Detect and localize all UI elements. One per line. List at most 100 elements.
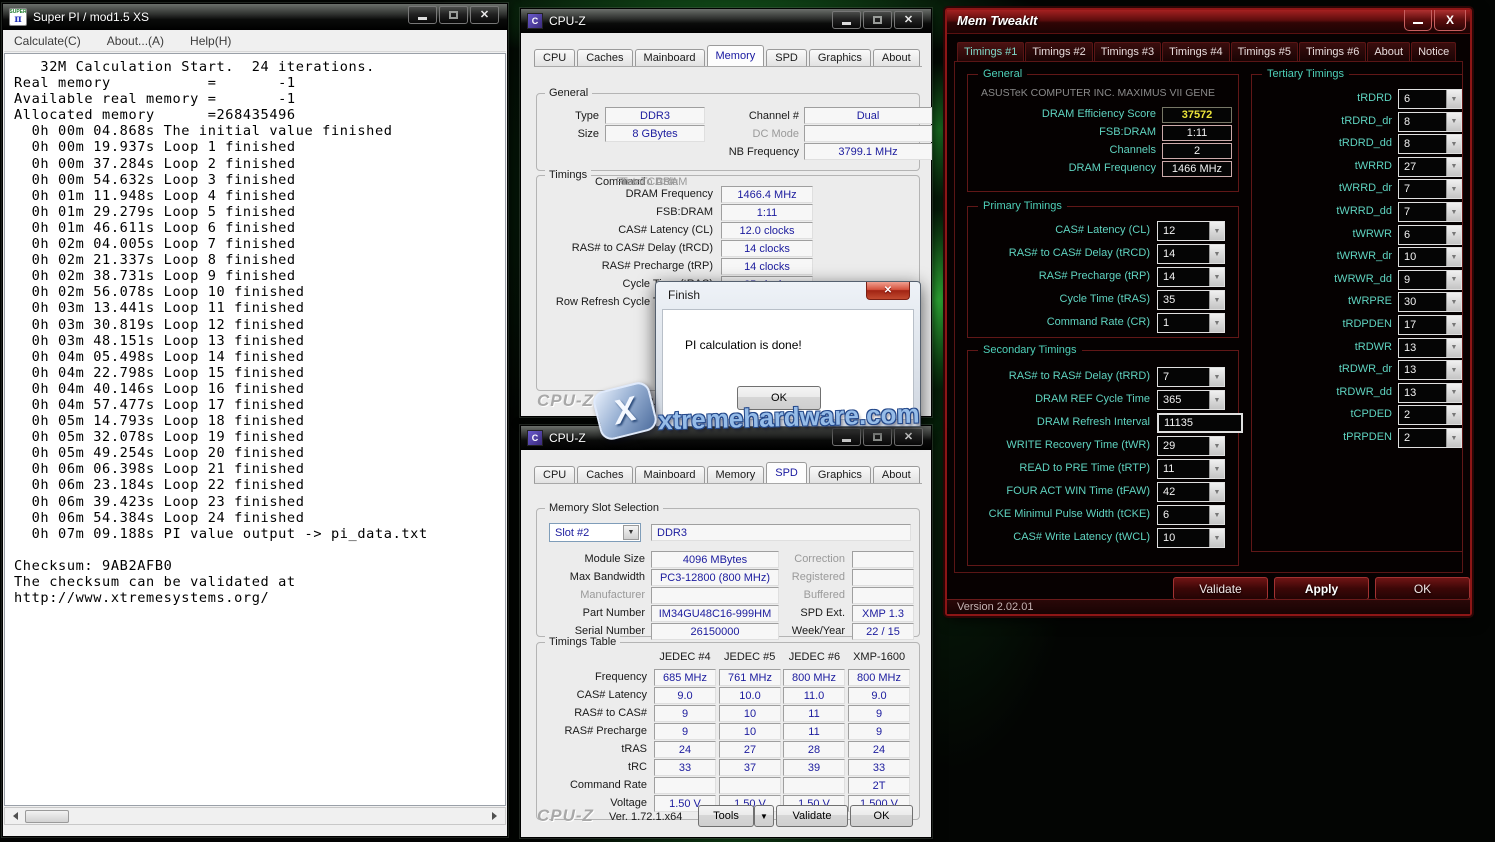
dropdown-arrow-icon[interactable]: ▼ xyxy=(1209,291,1224,309)
timing-select[interactable]: 12▼ xyxy=(1157,221,1225,241)
menu-item[interactable]: Calculate(C) xyxy=(14,34,81,48)
validate-button[interactable]: Validate xyxy=(776,805,848,827)
timing-select[interactable]: 10▼ xyxy=(1157,528,1225,548)
dropdown-arrow-icon[interactable]: ▼ xyxy=(1446,316,1461,334)
timing-select[interactable]: 14▼ xyxy=(1157,244,1225,264)
tab[interactable]: Timings #2 xyxy=(1025,42,1092,61)
dropdown-arrow-icon[interactable]: ▼ xyxy=(1446,271,1461,289)
dropdown-arrow-icon[interactable]: ▼ xyxy=(1446,135,1461,153)
maximize-button[interactable] xyxy=(439,6,468,24)
timing-select[interactable]: 13▼ xyxy=(1398,338,1462,358)
timing-select[interactable]: 13▼ xyxy=(1398,360,1462,380)
scrollbar-thumb[interactable] xyxy=(25,810,69,823)
timing-select[interactable]: 1▼ xyxy=(1157,313,1225,333)
minimize-button[interactable] xyxy=(832,11,861,29)
dropdown-arrow-icon[interactable]: ▼ xyxy=(1209,314,1224,332)
ok-button[interactable]: OK xyxy=(1375,577,1470,600)
tab[interactable]: Timings #4 xyxy=(1162,42,1229,61)
close-button[interactable]: ✕ xyxy=(894,11,923,29)
horizontal-scrollbar[interactable] xyxy=(4,807,506,825)
timing-select[interactable]: 6▼ xyxy=(1398,89,1462,109)
slot-select[interactable]: Slot #2 ▼ xyxy=(549,523,641,542)
maximize-button[interactable] xyxy=(863,11,892,29)
timing-select[interactable]: 27▼ xyxy=(1398,157,1462,177)
dropdown-arrow-icon[interactable]: ▼ xyxy=(1209,368,1224,386)
tab[interactable]: About xyxy=(873,466,920,483)
scroll-left-icon[interactable] xyxy=(5,808,22,824)
tab[interactable]: Graphics xyxy=(809,466,871,483)
timing-select[interactable]: 7▼ xyxy=(1398,179,1462,199)
dropdown-arrow-icon[interactable]: ▼ xyxy=(1209,529,1224,547)
timing-select[interactable]: 9▼ xyxy=(1398,270,1462,290)
timing-select[interactable]: 14▼ xyxy=(1157,267,1225,287)
dropdown-arrow-icon[interactable]: ▼ xyxy=(1209,245,1224,263)
tab[interactable]: Graphics xyxy=(809,49,871,66)
tab[interactable]: Mainboard xyxy=(635,466,705,483)
tab[interactable]: CPU xyxy=(534,466,575,483)
dropdown-arrow-icon[interactable]: ▼ xyxy=(1446,203,1461,221)
tab[interactable]: Caches xyxy=(577,49,632,66)
timing-select[interactable]: 7▼ xyxy=(1398,202,1462,222)
dropdown-arrow-icon[interactable]: ▼ xyxy=(1209,268,1224,286)
tools-dropdown-arrow-icon[interactable]: ▼ xyxy=(754,805,774,827)
dropdown-arrow-icon[interactable]: ▼ xyxy=(1446,293,1461,311)
tab[interactable]: Memory xyxy=(707,45,765,66)
tab[interactable]: Timings #5 xyxy=(1231,42,1298,61)
tab[interactable]: CPU xyxy=(534,49,575,66)
dropdown-arrow-icon[interactable]: ▼ xyxy=(1446,429,1461,447)
timing-select[interactable]: 2▼ xyxy=(1398,428,1462,448)
tab[interactable]: Memory xyxy=(707,466,765,483)
dropdown-arrow-icon[interactable]: ▼ xyxy=(1209,483,1224,501)
minimize-button[interactable] xyxy=(408,6,437,24)
timing-select[interactable]: 8▼ xyxy=(1398,112,1462,132)
timing-select[interactable]: 17▼ xyxy=(1398,315,1462,335)
timing-select[interactable]: 11▼ xyxy=(1157,459,1225,479)
dropdown-arrow-icon[interactable]: ▼ xyxy=(1446,361,1461,379)
tab[interactable]: SPD xyxy=(766,49,807,66)
dropdown-arrow-icon[interactable]: ▼ xyxy=(1209,222,1224,240)
timing-select[interactable]: 365▼ xyxy=(1157,390,1225,410)
dropdown-arrow-icon[interactable]: ▼ xyxy=(1446,180,1461,198)
timing-select[interactable]: 2▼ xyxy=(1398,405,1462,425)
tab[interactable]: About xyxy=(1367,42,1410,61)
close-button[interactable]: X xyxy=(1434,10,1466,31)
dropdown-arrow-icon[interactable]: ▼ xyxy=(1209,506,1224,524)
tools-button[interactable]: Tools xyxy=(698,805,754,827)
dropdown-arrow-icon[interactable]: ▼ xyxy=(1446,406,1461,424)
dropdown-arrow-icon[interactable]: ▼ xyxy=(1209,460,1224,478)
tab[interactable]: Caches xyxy=(577,466,632,483)
dropdown-arrow-icon[interactable]: ▼ xyxy=(1446,158,1461,176)
timing-select[interactable]: 29▼ xyxy=(1157,436,1225,456)
timing-select[interactable]: 8▼ xyxy=(1398,134,1462,154)
timing-select[interactable]: 13▼ xyxy=(1398,383,1462,403)
minimize-button[interactable] xyxy=(1404,10,1432,31)
dropdown-arrow-icon[interactable]: ▼ xyxy=(1209,437,1224,455)
tab[interactable]: Timings #1 xyxy=(957,42,1024,61)
close-button[interactable]: ✕ xyxy=(894,428,923,446)
dropdown-arrow-icon[interactable]: ▼ xyxy=(1446,226,1461,244)
tab[interactable]: Timings #6 xyxy=(1299,42,1366,61)
apply-button[interactable]: Apply xyxy=(1274,577,1369,600)
timing-select[interactable]: 10▼ xyxy=(1398,247,1462,267)
timing-select[interactable]: 42▼ xyxy=(1157,482,1225,502)
timing-select[interactable]: 30▼ xyxy=(1398,292,1462,312)
dropdown-arrow-icon[interactable]: ▼ xyxy=(1446,90,1461,108)
memtweakit-titlebar[interactable]: Mem TweakIt X xyxy=(947,10,1470,34)
validate-button[interactable]: Validate xyxy=(1173,577,1268,600)
cpuz-titlebar[interactable]: C CPU-Z ✕ xyxy=(521,9,931,33)
timing-select[interactable]: 35▼ xyxy=(1157,290,1225,310)
timing-select[interactable]: 11135▼ xyxy=(1157,413,1243,433)
scroll-right-icon[interactable] xyxy=(488,808,505,824)
timing-select[interactable]: 6▼ xyxy=(1157,505,1225,525)
timing-select[interactable]: 7▼ xyxy=(1157,367,1225,387)
dropdown-arrow-icon[interactable]: ▼ xyxy=(1446,248,1461,266)
dropdown-arrow-icon[interactable]: ▼ xyxy=(623,525,639,540)
dropdown-arrow-icon[interactable]: ▼ xyxy=(1446,113,1461,131)
timing-select[interactable]: 6▼ xyxy=(1398,225,1462,245)
dropdown-arrow-icon[interactable]: ▼ xyxy=(1446,384,1461,402)
tab[interactable]: SPD xyxy=(766,462,807,483)
menu-item[interactable]: Help(H) xyxy=(190,34,231,48)
superpi-titlebar[interactable]: SUPERπ Super PI / mod1.5 XS ✕ xyxy=(3,4,507,30)
tab[interactable]: Notice xyxy=(1411,42,1456,61)
ok-button[interactable]: OK xyxy=(850,805,913,827)
